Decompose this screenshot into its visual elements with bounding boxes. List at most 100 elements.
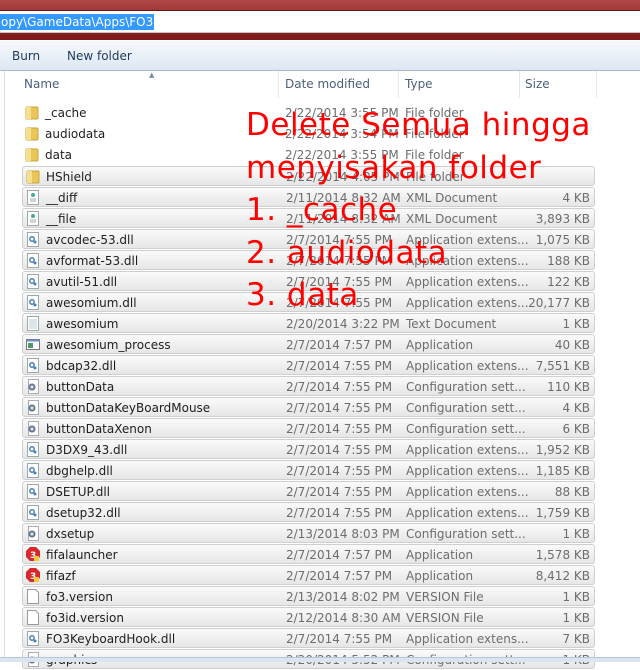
file-size: 1 KB [562, 317, 590, 331]
file-size: 1,952 KB [535, 443, 590, 457]
file-type: VERSION File [406, 611, 484, 625]
annotation-line: 1. _cache [246, 192, 398, 228]
file-name: bdcap32.dll [46, 359, 117, 373]
dll-icon [26, 295, 40, 310]
file-row[interactable]: bdcap32.dll 2/7/2014 7:55 PM Application… [22, 355, 595, 375]
file-row[interactable]: dsetup32.dll 2/7/2014 7:55 PM Applicatio… [22, 502, 595, 522]
status-bar [0, 657, 640, 662]
sort-arrow-icon: ▲ [149, 71, 155, 79]
file-row[interactable]: fo3id.version 2/12/2014 8:30 AM VERSION … [22, 607, 595, 627]
file-date: 2/7/2014 7:55 PM [286, 359, 393, 373]
column-divider[interactable] [519, 71, 520, 98]
burn-button[interactable]: Burn [12, 49, 40, 63]
file-date: 2/7/2014 7:55 PM [286, 443, 393, 457]
column-date[interactable]: Date modified [285, 77, 370, 91]
file-name: fifalauncher [46, 548, 118, 562]
annotation-line: Delete Semua hingga [246, 107, 591, 143]
annotation-line: 3. data [246, 277, 359, 313]
file-row[interactable]: D3DX9_43.dll 2/7/2014 7:55 PM Applicatio… [22, 439, 595, 459]
file-row[interactable]: DSETUP.dll 2/7/2014 7:55 PM Application … [22, 481, 595, 501]
file-name: avcodec-53.dll [46, 233, 134, 247]
file-size: 1,185 KB [535, 464, 590, 478]
column-name[interactable]: Name [24, 77, 59, 91]
txt-icon [26, 316, 40, 331]
file-row[interactable]: dbghelp.dll 2/7/2014 7:55 PM Application… [22, 460, 595, 480]
file-size: 1 KB [562, 590, 590, 604]
file-row[interactable]: FO3KeyboardHook.dll 2/7/2014 7:55 PM App… [22, 628, 595, 648]
file-date: 2/7/2014 7:55 PM [286, 485, 393, 499]
file-name: avutil-51.dll [46, 275, 118, 289]
navigation-pane[interactable] [0, 71, 5, 662]
file-row[interactable]: dxsetup 2/13/2014 8:03 PM Configuration … [22, 523, 595, 543]
file-row[interactable]: buttonData 2/7/2014 7:55 PM Configuratio… [22, 376, 595, 396]
cfg-icon [26, 526, 40, 541]
annotation-line: 2. audiodata [246, 234, 448, 271]
column-divider[interactable] [596, 71, 597, 98]
file-row[interactable]: 3 fifazf 2/7/2014 7:57 PM Application 8,… [22, 565, 595, 585]
file-date: 2/7/2014 7:55 PM [286, 464, 393, 478]
fifa-icon: 3 [26, 568, 40, 583]
file-name: __diff [46, 191, 78, 205]
folder-icon [25, 126, 39, 141]
new-folder-button[interactable]: New folder [67, 49, 132, 63]
file-name: buttonDataKeyBoardMouse [46, 401, 211, 415]
file-size: 40 KB [554, 338, 590, 352]
file-row[interactable]: buttonDataKeyBoardMouse 2/7/2014 7:55 PM… [22, 397, 595, 417]
annotation-text: Delete Semua hingga menyisakan folder 1. _… [246, 104, 591, 317]
file-name: dbghelp.dll [46, 464, 113, 478]
file-name: fo3.version [46, 590, 113, 604]
file-size: 110 KB [547, 380, 590, 394]
file-type: Application [406, 338, 474, 352]
file-type: Application [406, 548, 474, 562]
file-date: 2/7/2014 7:57 PM [286, 338, 393, 352]
file-row[interactable]: 3 fifalauncher 2/7/2014 7:57 PM Applicat… [22, 544, 595, 564]
dll-icon [26, 232, 40, 247]
dll-icon [26, 463, 40, 478]
column-divider[interactable] [398, 71, 399, 98]
dll-icon [26, 484, 40, 499]
file-size: 1,759 KB [535, 506, 590, 520]
column-size[interactable]: Size [525, 77, 550, 91]
file-name: awesomium_process [46, 338, 171, 352]
cfg-icon [26, 400, 40, 415]
file-size: 1 KB [562, 527, 590, 541]
file-type: Application extens... [406, 506, 529, 520]
file-name: awesomium.dll [46, 296, 137, 310]
file-type: Configuration sett... [406, 380, 526, 394]
file-date: 2/7/2014 7:55 PM [286, 380, 393, 394]
file-row[interactable]: awesomium_process 2/7/2014 7:57 PM Appli… [22, 334, 595, 354]
dll-icon [26, 442, 40, 457]
file-name: _cache [45, 106, 87, 120]
dll-icon [26, 358, 40, 373]
address-path[interactable]: opy\GameData\Apps\FO3 [0, 14, 155, 30]
cfg-icon [26, 421, 40, 436]
file-date: 2/7/2014 7:57 PM [286, 548, 393, 562]
file-row[interactable]: buttonDataXenon 2/7/2014 7:55 PM Configu… [22, 418, 595, 438]
file-size: 8,412 KB [535, 569, 590, 583]
folder-icon [25, 105, 39, 120]
exe-icon [26, 337, 40, 352]
file-date: 2/12/2014 8:30 AM [286, 611, 401, 625]
file-name: __file [46, 212, 77, 226]
file-size: 7 KB [562, 632, 590, 646]
file-type: Application extens... [406, 359, 529, 373]
xml-icon [26, 190, 40, 205]
file-name: data [45, 148, 73, 162]
cfg-icon [26, 379, 40, 394]
file-name: audiodata [45, 127, 106, 141]
file-type: Application extens... [406, 464, 529, 478]
annotation-line: menyisakan folder [246, 149, 542, 186]
column-divider[interactable] [278, 71, 279, 98]
file-row[interactable]: fo3.version 2/13/2014 8:02 PM VERSION Fi… [22, 586, 595, 606]
file-name: fo3id.version [46, 611, 124, 625]
file-date: 2/7/2014 7:55 PM [286, 506, 393, 520]
file-type: Configuration sett... [406, 401, 526, 415]
file-name: HShield [46, 170, 92, 184]
file-date: 2/20/2014 3:22 PM [286, 317, 400, 331]
dll-icon [26, 505, 40, 520]
dll-icon [26, 631, 40, 646]
file-size: 7,551 KB [535, 359, 590, 373]
toolbar: Burn New folder [0, 40, 640, 71]
address-bar[interactable]: opy\GameData\Apps\FO3 [0, 10, 640, 33]
column-type[interactable]: Type [405, 77, 433, 91]
